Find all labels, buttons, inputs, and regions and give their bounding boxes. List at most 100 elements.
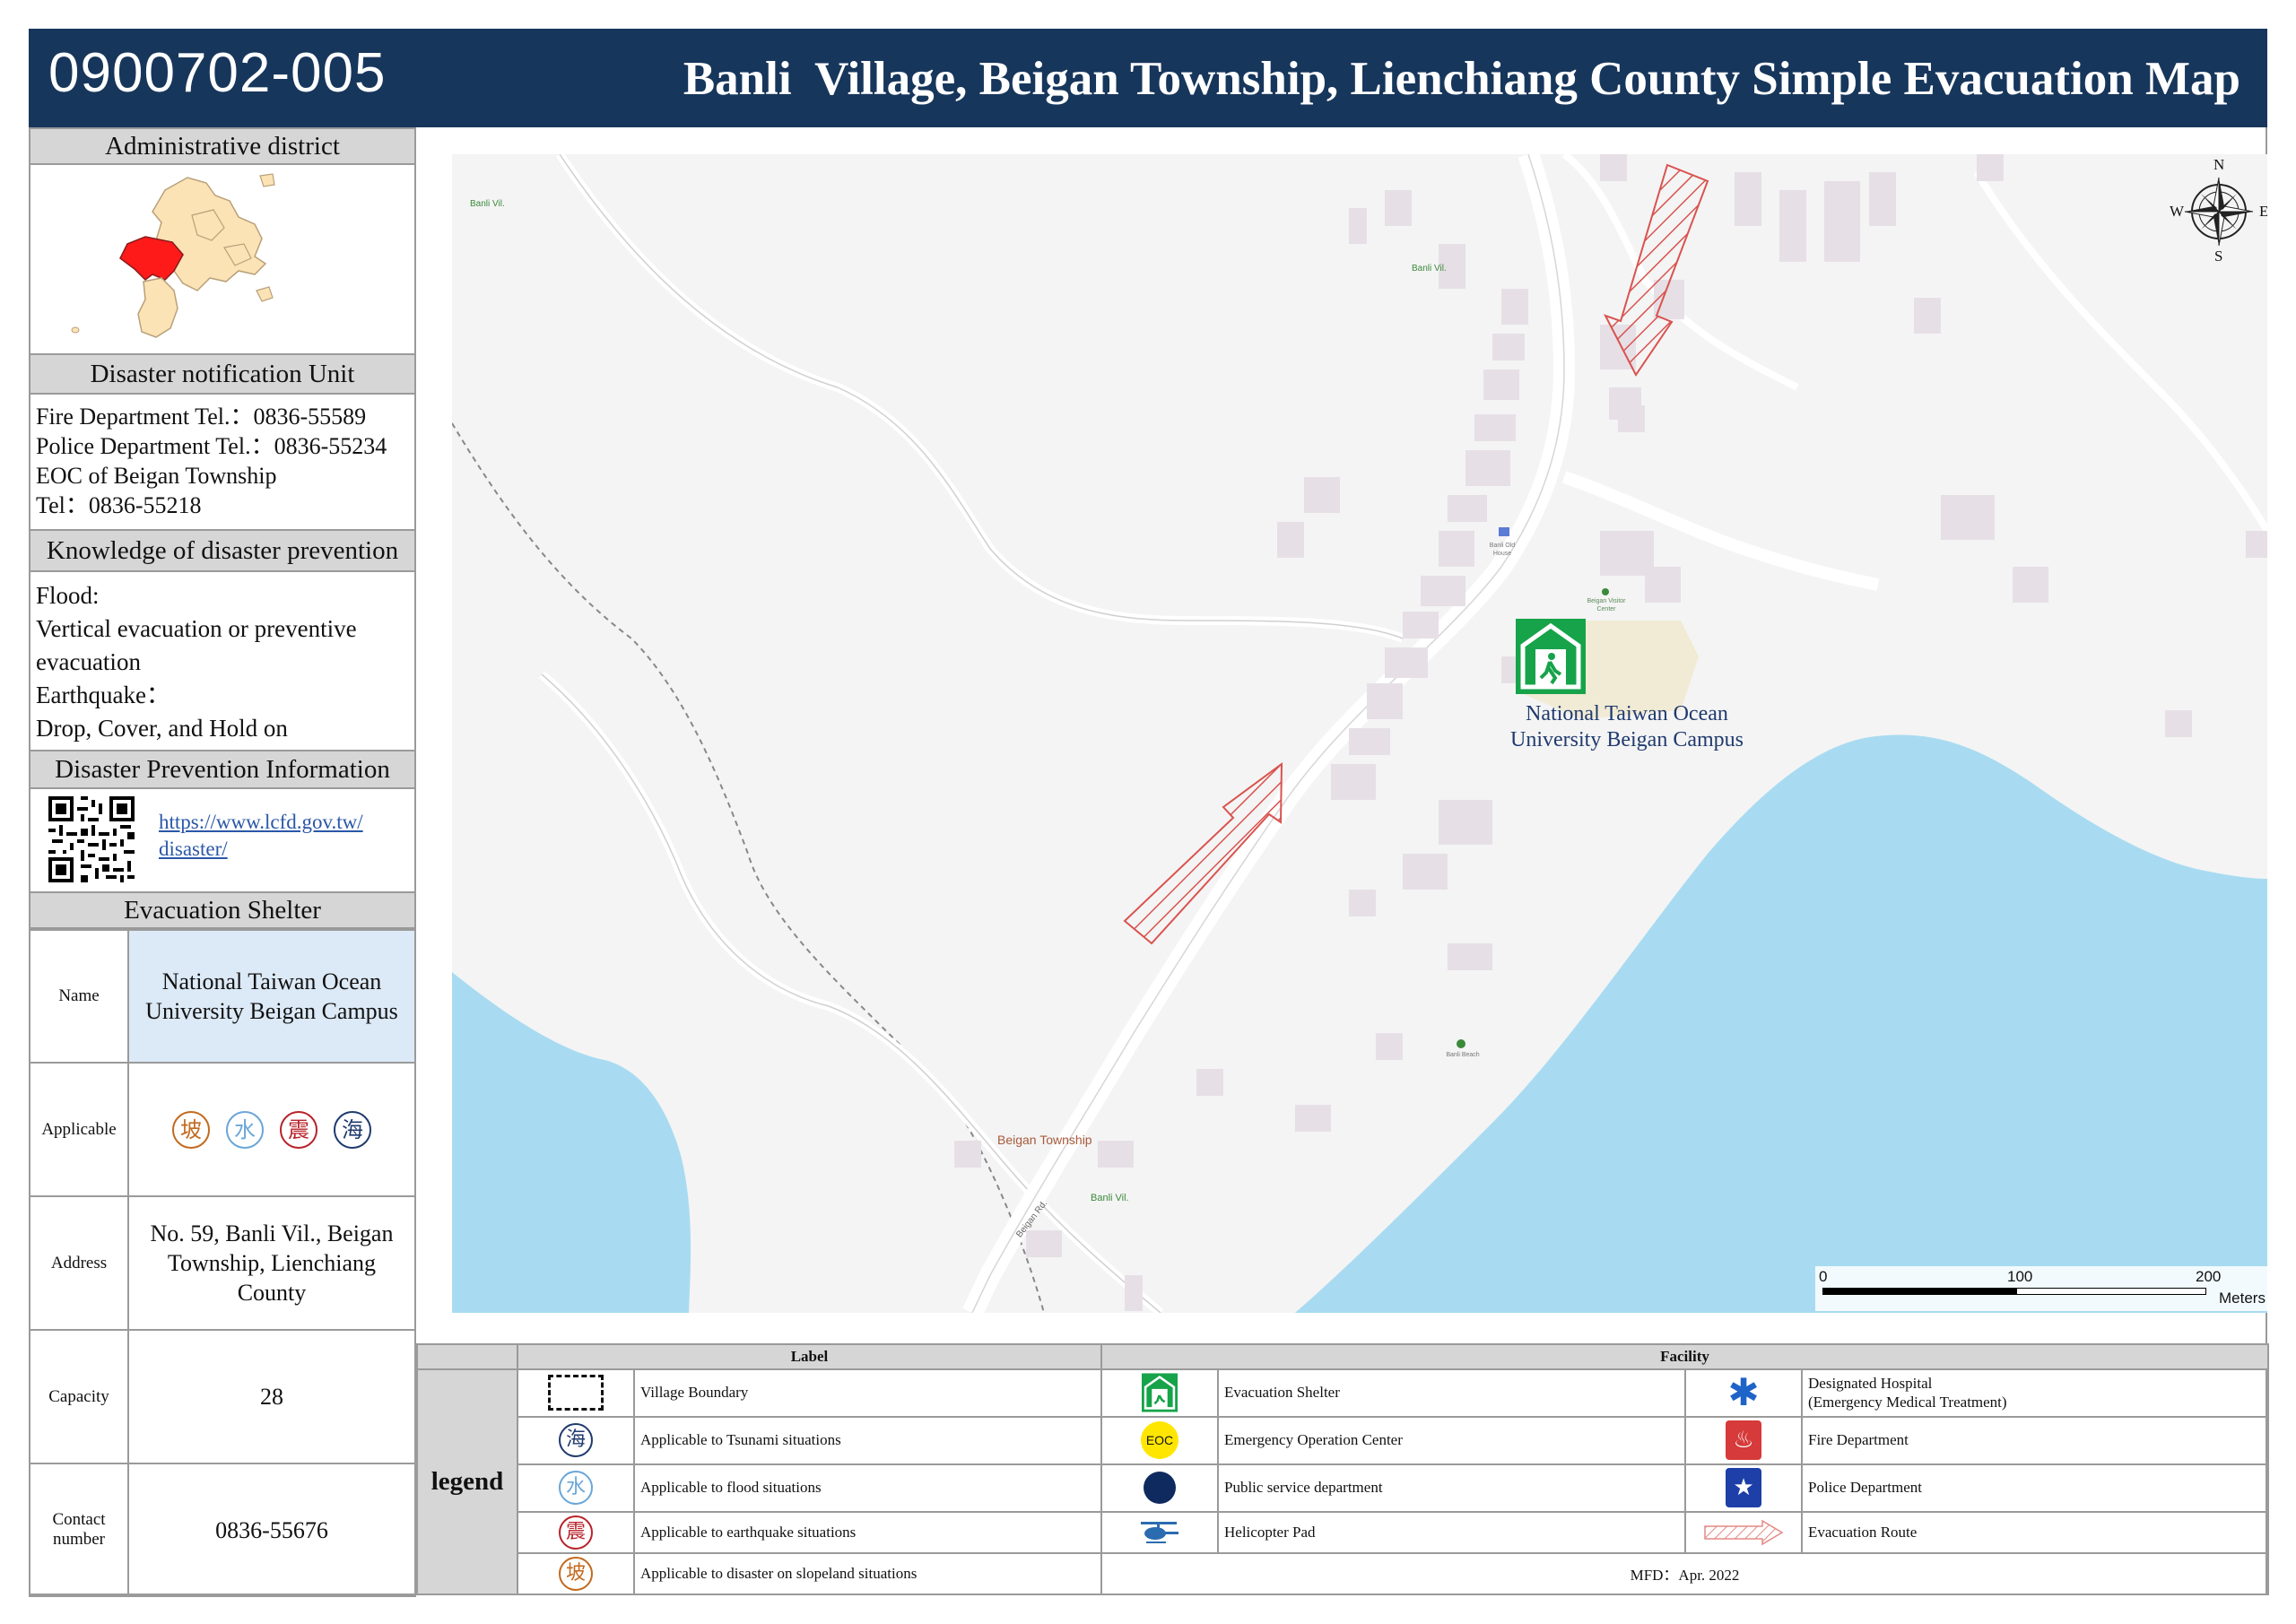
header-bar: 0900702-005 Banli Village, Beigan Townsh… <box>29 29 2267 127</box>
banli-village-highlight <box>119 236 184 281</box>
capacity-label: Capacity <box>29 1329 129 1464</box>
legend-hospital-line1: Designated Hospital <box>1808 1375 1933 1393</box>
address-value: No. 59, Banli Vil., Beigan Township, Lie… <box>127 1195 416 1331</box>
daqiu-island-shape <box>137 277 178 338</box>
shelter-name-label: Name <box>29 929 129 1064</box>
legend-police-department: Police Department <box>1800 1463 2270 1513</box>
tsunami-icon: 海 <box>559 1423 593 1458</box>
eoc-tel: Tel：0836-55218 <box>36 492 202 518</box>
earthquake-advice: Drop, Cover, and Hold on <box>36 715 288 742</box>
legend-panel: Label Facility legend Village Boundary E… <box>416 1343 2270 1596</box>
legend-earthquake: Applicable to earthquake situations <box>633 1510 1102 1554</box>
shelter-table: Name National Taiwan Ocean University Be… <box>29 929 416 1597</box>
capacity-value: 28 <box>127 1329 416 1464</box>
legend-evacuation-shelter: Evacuation Shelter <box>1217 1368 1686 1418</box>
label-banli-vil-3: Banli Vil. <box>1091 1193 1129 1203</box>
label-banli-vil-1: Banli Vil. <box>470 199 505 209</box>
label-beigan-center: Beigan Visitor Center <box>1587 598 1626 612</box>
contact-value: 0836-55676 <box>127 1463 416 1597</box>
evacuation-shelter-icon <box>1142 1373 1178 1413</box>
flood-icon: 水 <box>559 1471 593 1506</box>
legend-tsunami: Applicable to Tsunami situations <box>633 1415 1102 1465</box>
prevention-link-line2[interactable]: disaster/ <box>159 836 363 863</box>
helicopter-icon <box>1141 1521 1178 1543</box>
legend-helicopter: Helicopter Pad <box>1217 1510 1686 1554</box>
label-banli-old-house: Banli Old House <box>1489 543 1516 557</box>
flood-heading: Flood: <box>36 582 100 609</box>
flood-advice-2: evacuation <box>36 648 141 675</box>
evacuation-route-arrow-north <box>1603 163 1709 377</box>
center-poi-icon <box>1602 588 1609 595</box>
fire-department-icon: ♨ <box>1726 1420 1761 1461</box>
admin-district-title: Administrative district <box>105 131 340 161</box>
slope-icon: 坡 <box>172 1110 210 1149</box>
knowledge-title: Knowledge of disaster prevention <box>46 535 399 565</box>
shelter-map-label: National Taiwan Ocean University Beigan … <box>1439 701 1815 753</box>
flood-advice-1: Vertical evacuation or preventive <box>36 615 357 642</box>
earthquake-icon: 震 <box>559 1515 593 1550</box>
notification-panel: Fire Department Tel.：0836-55589 Police D… <box>29 395 416 529</box>
earthquake-icon: 震 <box>280 1110 317 1149</box>
knowledge-panel: Flood: Vertical evacuation or preventive… <box>29 572 416 750</box>
info-panel: https://www.lcfd.gov.tw/ disaster/ <box>29 789 416 891</box>
legend-hospital: Designated Hospital (Emergency Medical T… <box>1800 1368 2270 1418</box>
flood-icon: 水 <box>226 1110 264 1149</box>
shelter-map-label-line2: University Beigan Campus <box>1510 728 1744 751</box>
notification-header: Disaster notification Unit <box>29 353 416 395</box>
evacuation-map[interactable]: Banli Vil. Banli Vil. Banli Vil. Beigan … <box>452 154 2267 1313</box>
label-banli-vil-2: Banli Vil. <box>1412 264 1447 274</box>
fire-dept-tel: Fire Department Tel.：0836-55589 <box>36 404 367 430</box>
house-poi-icon <box>1499 527 1509 536</box>
info-header: Disaster Prevention Information <box>29 750 416 789</box>
hospital-icon: ✱ <box>1727 1370 1760 1415</box>
west-bay-water <box>452 972 691 1313</box>
address-label: Address <box>29 1195 129 1331</box>
earthquake-heading: Earthquake： <box>36 682 170 708</box>
legend-facility-header: Facility <box>1100 1343 2270 1370</box>
village-boundary-icon <box>548 1375 604 1411</box>
evacuation-shelter-icon[interactable] <box>1516 619 1586 694</box>
legend-eoc: Emergency Operation Center <box>1217 1415 1686 1465</box>
scale-bar: 0 100 200 Meters <box>1815 1266 2267 1311</box>
knowledge-header: Knowledge of disaster prevention <box>29 529 416 572</box>
legend-village-boundary: Village Boundary <box>633 1368 1102 1418</box>
notification-title: Disaster notification Unit <box>90 359 355 388</box>
compass-east: E <box>2259 203 2267 220</box>
public-service-icon <box>1144 1472 1176 1505</box>
legend-footer: MFD：Apr. 2022 <box>1100 1551 2270 1596</box>
compass-north: N <box>2213 156 2225 173</box>
admin-district-header: Administrative district <box>29 127 416 165</box>
info-title: Disaster Prevention Information <box>55 754 390 784</box>
map-code: 0900702-005 <box>48 42 387 104</box>
scale-unit: Meters <box>2219 1290 2266 1307</box>
shelter-map-label-line1: National Taiwan Ocean <box>1526 702 1728 725</box>
ring-road-north <box>555 154 1405 643</box>
scale-tick-100: 100 <box>2007 1268 2033 1285</box>
tsunami-icon: 海 <box>334 1110 371 1149</box>
legend-public-service: Public service department <box>1217 1463 1686 1513</box>
legend-title: legend <box>416 1368 518 1595</box>
shelter-name-value: National Taiwan Ocean University Beigan … <box>127 929 416 1064</box>
prevention-link[interactable]: https://www.lcfd.gov.tw/ disaster/ <box>159 809 363 863</box>
north-arrow-icon: N S W E <box>2170 156 2267 265</box>
shelter-title: Evacuation Shelter <box>124 895 321 925</box>
contact-label: Contact number <box>29 1463 129 1597</box>
police-department-icon: ★ <box>1726 1468 1761 1508</box>
applicable-label: Applicable <box>29 1062 129 1197</box>
map-canvas[interactable] <box>452 154 2267 1313</box>
admin-district-panel <box>29 165 416 353</box>
police-dept-tel: Police Department Tel.：0836-55234 <box>36 433 387 459</box>
legend-flood: Applicable to flood situations <box>633 1463 1102 1513</box>
legend-fire-department: Fire Department <box>1800 1415 2270 1465</box>
scale-tick-200: 200 <box>2196 1268 2222 1285</box>
eoc-icon: EOC <box>1141 1421 1178 1460</box>
compass-west: W <box>2170 203 2185 220</box>
evacuation-route-icon <box>1704 1519 1784 1546</box>
beach-poi-icon <box>1457 1039 1465 1048</box>
map-title: Banli Village, Beigan Township, Lienchia… <box>683 53 2240 105</box>
qr-code-icon[interactable] <box>45 793 138 886</box>
legend-hospital-line2: (Emergency Medical Treatment) <box>1808 1394 2007 1411</box>
prevention-link-line1[interactable]: https://www.lcfd.gov.tw/ <box>159 809 363 836</box>
district-locator-map <box>71 173 275 338</box>
compass-south: S <box>2214 248 2223 265</box>
